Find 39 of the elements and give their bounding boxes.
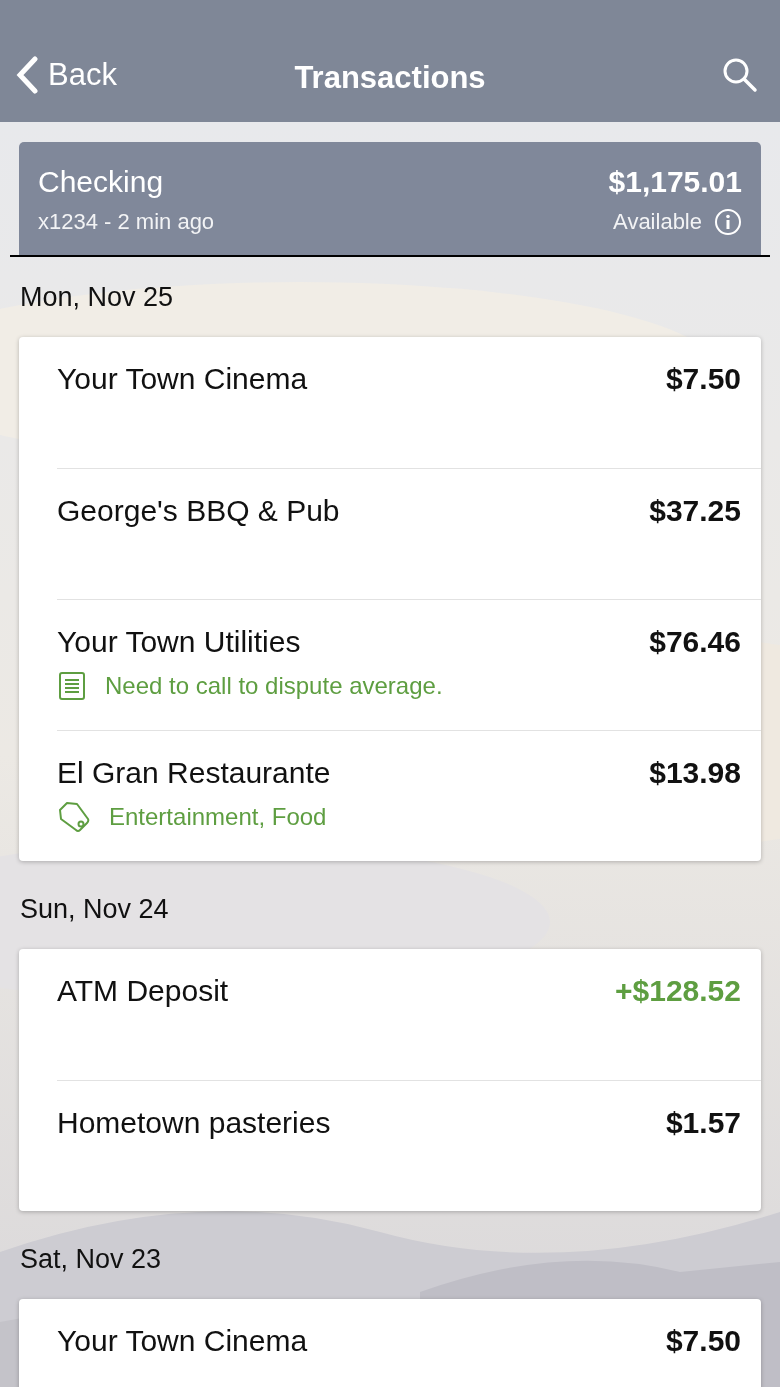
amount: $7.50 bbox=[665, 1323, 741, 1359]
tag-list: Entertainment, Food bbox=[109, 799, 327, 835]
account-balance: $1,175.01 bbox=[608, 164, 742, 200]
merchant-name: George's BBQ & Pub bbox=[57, 493, 340, 529]
date-header: Mon, Nov 25 bbox=[20, 280, 174, 314]
tag-icon bbox=[57, 801, 91, 833]
account-card[interactable]: Checking x1234 - 2 min ago $1,175.01 Available bbox=[19, 142, 761, 255]
merchant-name: El Gran Restaurante bbox=[57, 755, 331, 791]
transaction-row[interactable]: Your Town Cinema $7.50 bbox=[57, 1299, 761, 1387]
merchant-name: Your Town Utilities bbox=[57, 624, 302, 660]
search-button[interactable] bbox=[722, 57, 758, 93]
note-text: Need to call to dispute average. bbox=[105, 671, 443, 701]
merchant-name: Your Town Cinema bbox=[57, 1323, 308, 1359]
balance-label: Available bbox=[613, 208, 702, 236]
transaction-row[interactable]: Hometown pasteries $1.57 bbox=[57, 1080, 761, 1211]
screen-title: Transactions bbox=[294, 59, 486, 97]
account-detail: x1234 - 2 min ago bbox=[38, 208, 215, 236]
chevron-left-icon bbox=[16, 56, 38, 94]
transaction-row[interactable]: El Gran Restaurante Entertainment, Food $13.98 bbox=[57, 730, 761, 861]
account-name: Checking bbox=[38, 164, 165, 200]
transaction-row[interactable]: George's BBQ & Pub $37.25 bbox=[57, 468, 761, 599]
search-icon bbox=[722, 57, 758, 93]
merchant-name: ATM Deposit bbox=[57, 973, 229, 1009]
back-button[interactable]: Back bbox=[16, 51, 117, 99]
transaction-row[interactable]: ATM Deposit +$128.52 bbox=[57, 949, 761, 1080]
amount: $37.25 bbox=[649, 493, 741, 529]
merchant-name: Hometown pasteries bbox=[57, 1105, 331, 1141]
info-icon[interactable] bbox=[714, 208, 742, 236]
merchant-name: Your Town Cinema bbox=[57, 361, 308, 397]
amount: $13.98 bbox=[649, 755, 741, 791]
amount: $76.46 bbox=[649, 624, 741, 660]
amount: +$128.52 bbox=[615, 973, 741, 1009]
transaction-row[interactable]: Your Town Utilities Need to call to dispute average. $76.46 bbox=[57, 599, 761, 730]
date-header: Sun, Nov 24 bbox=[20, 892, 169, 926]
date-header: Sat, Nov 23 bbox=[20, 1242, 162, 1276]
note-icon bbox=[57, 671, 87, 701]
amount: $1.57 bbox=[665, 1105, 741, 1141]
amount: $7.50 bbox=[665, 361, 741, 397]
transaction-row[interactable]: Your Town Cinema $7.50 bbox=[57, 337, 761, 468]
